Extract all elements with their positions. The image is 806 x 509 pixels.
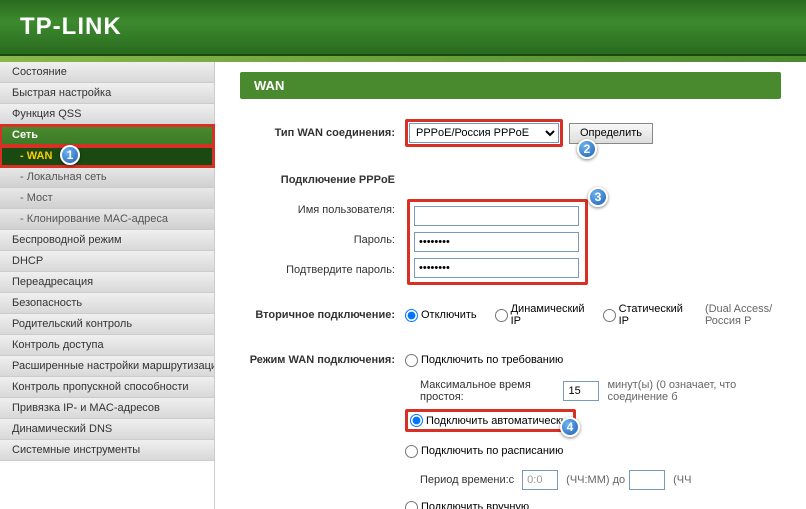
idle-label: Максимальное время простоя:	[420, 379, 555, 403]
badge-3: 3	[588, 187, 608, 207]
confirm-label: Подтвердите пароль:	[240, 264, 405, 276]
sidebar-item-16[interactable]: Привязка IP- и MAC-адресов	[0, 398, 214, 419]
idle-input[interactable]	[563, 381, 599, 401]
sidebar-item-10[interactable]: Переадресация	[0, 272, 214, 293]
sidebar-item-1[interactable]: Быстрая настройка	[0, 83, 214, 104]
sec-disable-radio[interactable]: Отключить	[405, 309, 477, 322]
sidebar-item-3[interactable]: Сеть	[0, 125, 214, 146]
mode-schedule-radio[interactable]: Подключить по расписанию	[405, 445, 563, 458]
badge-4: 4	[560, 417, 580, 437]
sec-dyn-radio[interactable]: Динамический IP	[495, 303, 585, 327]
sidebar-item-8[interactable]: Беспроводной режим	[0, 230, 214, 251]
wan-type-label: Тип WAN соединения:	[240, 127, 405, 139]
sidebar-item-15[interactable]: Контроль пропускной способности	[0, 377, 214, 398]
period-hint1: (ЧЧ:ММ) до	[566, 474, 625, 486]
secondary-label: Вторичное подключение:	[240, 309, 405, 321]
mode-manual-radio[interactable]: Подключить вручную	[405, 501, 529, 509]
sidebar-item-12[interactable]: Родительский контроль	[0, 314, 214, 335]
sidebar-item-14[interactable]: Расширенные настройки маршрутизации	[0, 356, 214, 377]
username-input[interactable]	[414, 206, 579, 226]
sec-hint: (Dual Access/Россия P	[705, 303, 781, 327]
confirm-password-input[interactable]	[414, 258, 579, 278]
wan-type-highlight: PPPoE/Россия PPPoE	[405, 119, 563, 147]
period-to-input[interactable]	[629, 470, 665, 490]
wan-type-select[interactable]: PPPoE/Россия PPPoE	[409, 123, 559, 143]
sidebar-item-17[interactable]: Динамический DNS	[0, 419, 214, 440]
logo: TP-LINK	[20, 13, 122, 41]
sidebar-item-11[interactable]: Безопасность	[0, 293, 214, 314]
sec-stat-radio[interactable]: Статический IP	[603, 303, 683, 327]
credentials-highlight	[407, 199, 588, 285]
sidebar-item-5[interactable]: - Локальная сеть	[0, 167, 214, 188]
mode-auto-highlight: Подключить автоматически	[405, 409, 576, 432]
pppoe-header: Подключение PPPoE	[240, 174, 405, 186]
mode-demand-radio[interactable]: Подключить по требованию	[405, 354, 563, 367]
mode-label: Режим WAN подключения:	[240, 354, 405, 366]
badge-2: 2	[577, 139, 597, 159]
sidebar-item-9[interactable]: DHCP	[0, 251, 214, 272]
sidebar-item-0[interactable]: Состояние	[0, 62, 214, 83]
sidebar-item-4[interactable]: - WAN	[0, 146, 214, 167]
header: TP-LINK	[0, 0, 806, 56]
password-input[interactable]	[414, 232, 579, 252]
password-label: Пароль:	[240, 234, 405, 246]
sidebar: СостояниеБыстрая настройкаФункция QSSСет…	[0, 62, 215, 509]
period-from-input[interactable]	[522, 470, 558, 490]
sidebar-item-13[interactable]: Контроль доступа	[0, 335, 214, 356]
page-title: WAN	[240, 72, 781, 99]
period-label: Период времени:с	[420, 474, 514, 486]
sidebar-item-6[interactable]: - Мост	[0, 188, 214, 209]
username-label: Имя пользователя:	[240, 204, 405, 216]
mode-auto-radio[interactable]: Подключить автоматически	[410, 414, 567, 427]
idle-hint: минут(ы) (0 означает, что соединение б	[607, 379, 781, 403]
sidebar-item-18[interactable]: Системные инструменты	[0, 440, 214, 461]
sidebar-item-7[interactable]: - Клонирование MAC-адреса	[0, 209, 214, 230]
period-hint2: (ЧЧ	[673, 474, 691, 486]
sidebar-item-2[interactable]: Функция QSS	[0, 104, 214, 125]
main-content: WAN Тип WAN соединения: PPPoE/Россия PPP…	[215, 62, 806, 509]
badge-1: 1	[60, 145, 80, 165]
